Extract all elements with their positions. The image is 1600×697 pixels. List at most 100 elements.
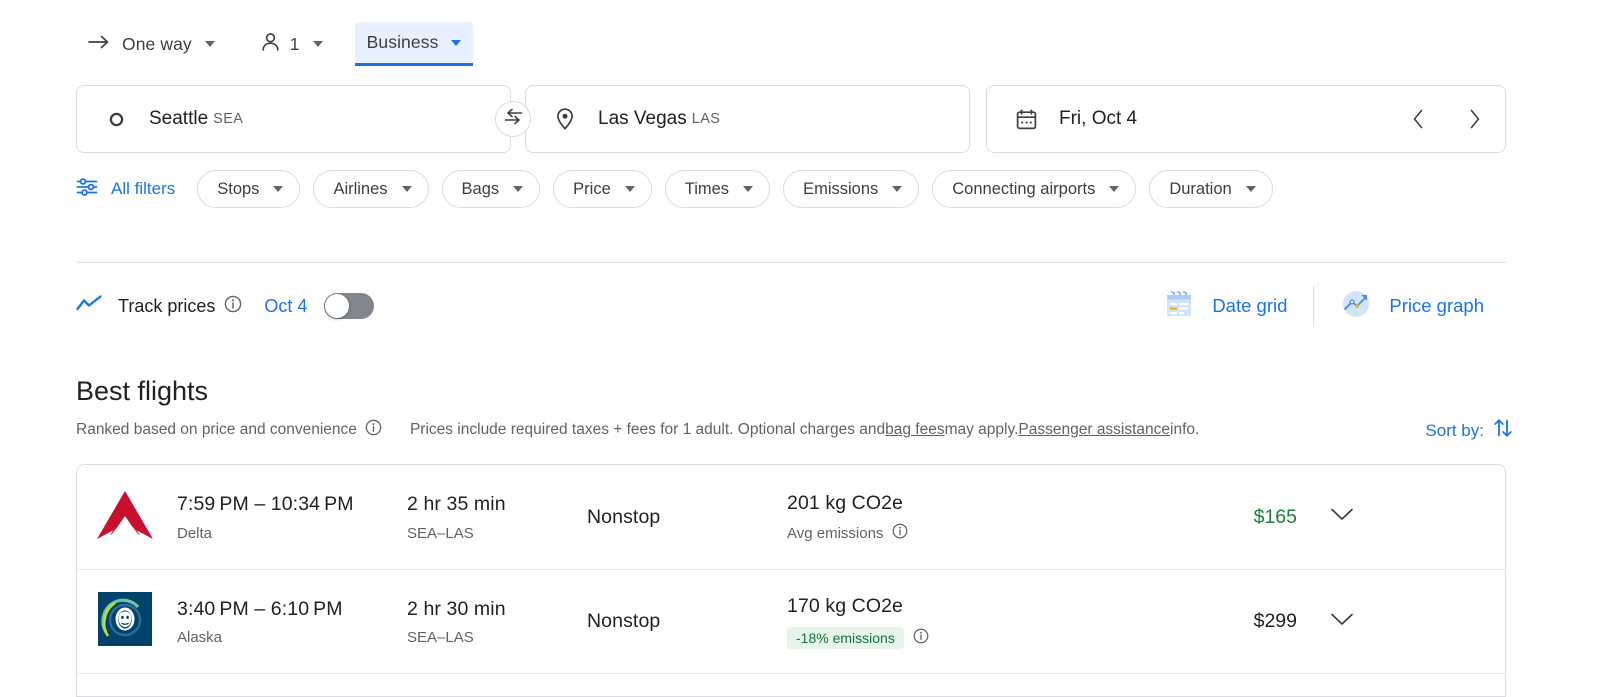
previous-date-button[interactable]: [1405, 106, 1431, 132]
chevron-down-icon: [273, 186, 283, 192]
destination-code: LAS: [692, 111, 721, 127]
flight-result-row[interactable]: 7:59 PM – 10:34 PM Delta 2 hr 35 min SEA…: [77, 465, 1505, 569]
toggle-knob: [325, 294, 349, 318]
flight-result-row-partial[interactable]: [77, 673, 1505, 697]
flight-route: SEA–LAS: [407, 629, 587, 646]
filter-chip-price[interactable]: Price: [553, 170, 652, 208]
trending-line-icon: [76, 294, 102, 319]
price-graph-label: Price graph: [1389, 295, 1484, 317]
next-date-button[interactable]: [1461, 106, 1487, 132]
best-flights-subtitle: Ranked based on price and convenience Pr…: [70, 419, 1370, 441]
info-icon[interactable]: [913, 628, 929, 648]
flight-stops: Nonstop: [587, 505, 787, 529]
all-filters-button[interactable]: All filters: [76, 170, 175, 208]
view-toggle-group: Date grid Price graph: [1141, 285, 1506, 327]
chevron-down-icon: [402, 186, 412, 192]
filter-chip-bags[interactable]: Bags: [442, 170, 541, 208]
price-disclaimer-part2: may apply.: [945, 421, 1019, 439]
expand-flight-button[interactable]: [1297, 507, 1387, 527]
flight-duration-cell: 2 hr 35 min SEA–LAS: [407, 492, 587, 541]
sort-by-button[interactable]: Sort by:: [1425, 417, 1514, 444]
emissions-note-row: -18% emissions: [787, 627, 1107, 649]
track-prices-label: Track prices: [118, 296, 215, 317]
trip-options-bar: One way 1 Business: [76, 22, 473, 66]
filter-chip-label: Duration: [1169, 180, 1231, 199]
filter-chip-times[interactable]: Times: [665, 170, 770, 208]
cabin-class-selector[interactable]: Business: [355, 22, 474, 66]
flight-duration-cell: 2 hr 30 min SEA–LAS: [407, 597, 587, 646]
flight-emissions-cell: 201 kg CO2e Avg emissions: [787, 491, 1107, 543]
flight-times-cell: 3:40 PM – 6:10 PM Alaska: [177, 597, 407, 646]
sort-arrows-icon: [1492, 417, 1514, 444]
departure-date-field[interactable]: Fri, Oct 4: [986, 85, 1506, 153]
flight-times: 7:59 PM – 10:34 PM: [177, 492, 407, 516]
swap-airports-button[interactable]: [495, 101, 531, 137]
info-icon[interactable]: [365, 419, 382, 441]
date-nav-group: [1405, 106, 1487, 132]
track-prices-row: Track prices Oct 4: [76, 280, 1506, 332]
alaska-logo: [98, 592, 152, 651]
calendar-icon: [1013, 109, 1039, 130]
delta-logo: [95, 488, 155, 547]
origin-code: SEA: [213, 111, 243, 127]
chevron-down-icon: [1109, 186, 1119, 192]
all-filters-label: All filters: [111, 179, 175, 199]
flight-emissions: 201 kg CO2e: [787, 491, 1107, 515]
passenger-selector[interactable]: 1: [249, 22, 335, 66]
track-prices-toggle[interactable]: [324, 293, 374, 319]
chevron-down-icon: [313, 41, 323, 47]
airline-logo: [77, 488, 173, 547]
info-icon[interactable]: [224, 295, 242, 318]
flight-duration: 2 hr 30 min: [407, 597, 587, 621]
passenger-count: 1: [290, 34, 300, 55]
date-grid-label: Date grid: [1212, 295, 1287, 317]
filter-bar: All filters Stops Airlines Bags Price Ti…: [76, 170, 1286, 208]
flight-stops-cell: Nonstop: [587, 609, 787, 633]
date-grid-button[interactable]: Date grid: [1141, 288, 1309, 325]
filter-chip-airlines[interactable]: Airlines: [313, 170, 428, 208]
chevron-down-icon: [1330, 507, 1354, 527]
chevron-down-icon: [892, 186, 902, 192]
trip-type-selector[interactable]: One way: [76, 22, 227, 66]
filter-chip-stops[interactable]: Stops: [197, 170, 300, 208]
google-flights-results-page: One way 1 Business Se: [0, 0, 1600, 697]
circle-outline-icon: [103, 111, 129, 128]
swap-arrows-icon: [504, 108, 523, 130]
filter-chip-label: Emissions: [803, 180, 878, 199]
destination-field[interactable]: Las Vegas LAS: [525, 85, 970, 153]
trip-type-label: One way: [122, 34, 192, 55]
chevron-down-icon: [743, 186, 753, 192]
flight-results-card: 7:59 PM – 10:34 PM Delta 2 hr 35 min SEA…: [76, 464, 1506, 697]
flight-times: 3:40 PM – 6:10 PM: [177, 597, 407, 621]
info-icon[interactable]: [892, 523, 908, 543]
cabin-class-label: Business: [367, 32, 439, 53]
airline-logo: [77, 592, 173, 651]
emissions-badge: -18% emissions: [787, 627, 904, 649]
filter-chip-duration[interactable]: Duration: [1149, 170, 1272, 208]
airline-name: Alaska: [177, 629, 407, 646]
ranked-text: Ranked based on price and convenience: [76, 421, 357, 439]
track-prices-date[interactable]: Oct 4: [264, 296, 307, 317]
flight-emissions: 170 kg CO2e: [787, 594, 1107, 618]
filter-chip-label: Price: [573, 180, 611, 199]
flight-stops-cell: Nonstop: [587, 505, 787, 529]
price-graph-button[interactable]: Price graph: [1318, 288, 1506, 325]
destination-city: Las Vegas: [598, 108, 687, 130]
flight-result-row[interactable]: 3:40 PM – 6:10 PM Alaska 2 hr 30 min SEA…: [77, 569, 1505, 673]
chevron-down-icon: [451, 40, 461, 46]
emissions-note-row: Avg emissions: [787, 523, 1107, 543]
origin-field[interactable]: Seattle SEA: [76, 85, 511, 153]
best-flights-title: Best flights: [76, 376, 208, 407]
filter-chip-label: Airlines: [333, 180, 387, 199]
flight-times-cell: 7:59 PM – 10:34 PM Delta: [177, 492, 407, 541]
bag-fees-link[interactable]: bag fees: [885, 421, 944, 439]
expand-flight-button[interactable]: [1297, 612, 1387, 632]
map-pin-icon: [552, 108, 578, 130]
filter-chip-connecting-airports[interactable]: Connecting airports: [932, 170, 1136, 208]
flight-duration: 2 hr 35 min: [407, 492, 587, 516]
view-toggle-divider: [1313, 285, 1314, 327]
passenger-assistance-link[interactable]: Passenger assistance: [1018, 421, 1170, 439]
filter-chip-emissions[interactable]: Emissions: [783, 170, 919, 208]
price-disclaimer-part1: Prices include required taxes + fees for…: [410, 421, 885, 439]
flight-route: SEA–LAS: [407, 525, 587, 542]
